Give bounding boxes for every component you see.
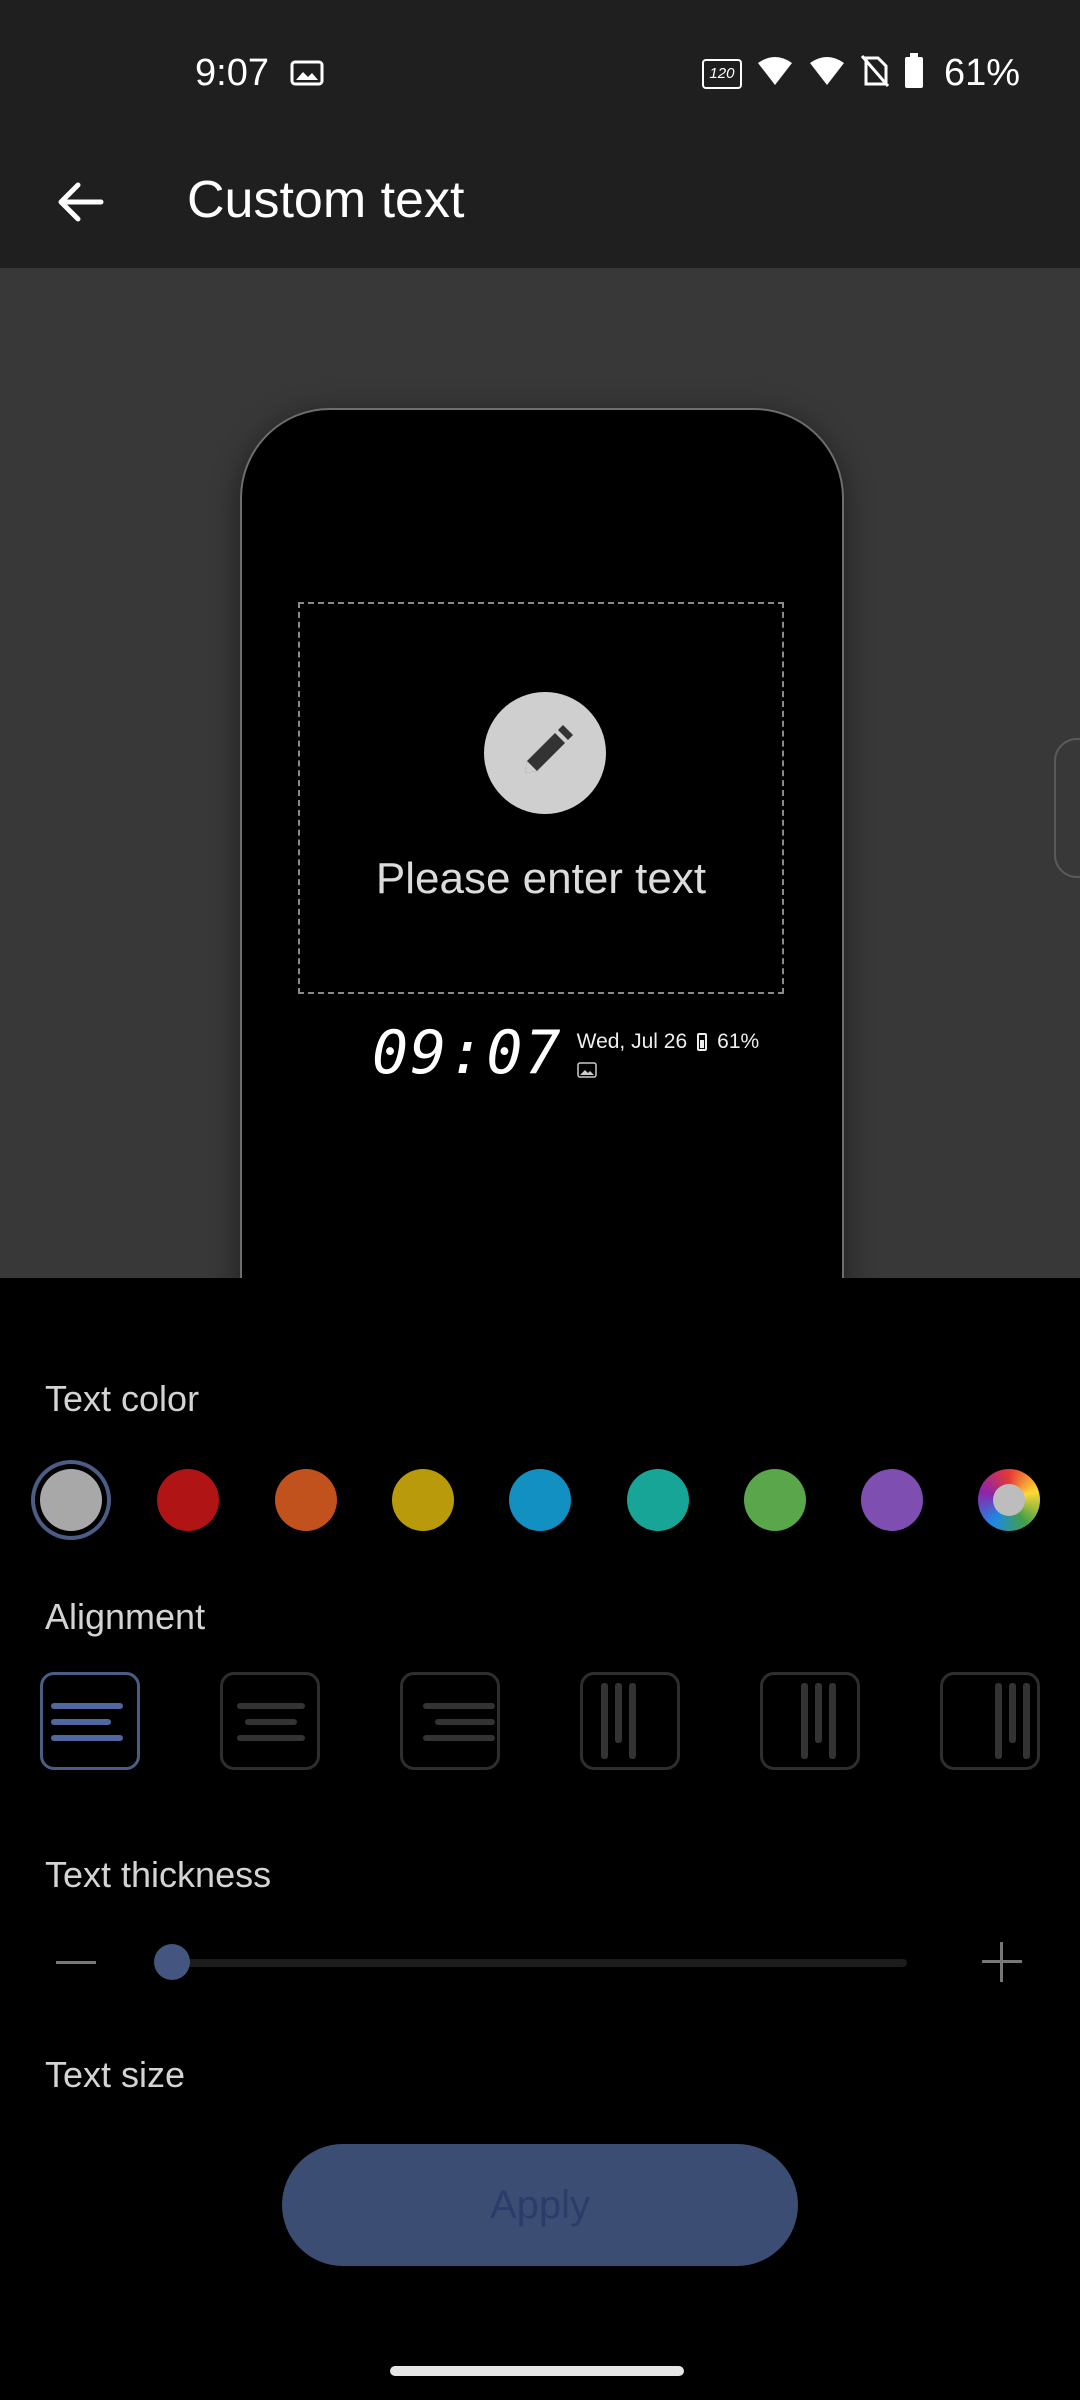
align-right-icon xyxy=(403,1675,497,1767)
placeholder-text: Please enter text xyxy=(375,854,707,903)
preview-area: Please enter text 09:07 Wed, Jul 26 61% xyxy=(0,268,1080,1278)
color-swatch-9[interactable] xyxy=(978,1469,1041,1531)
align-line xyxy=(423,1735,495,1741)
battery-icon xyxy=(697,1033,708,1051)
app-bar: Custom text xyxy=(0,150,1080,268)
wifi-icon xyxy=(808,55,846,92)
thickness-slider-thumb[interactable] xyxy=(154,1944,190,1980)
align-center-icon xyxy=(223,1675,317,1767)
vertical-center-button[interactable] xyxy=(760,1672,860,1770)
text-size-label: Text size xyxy=(45,2054,186,2095)
align-line xyxy=(423,1703,495,1709)
align-line xyxy=(615,1683,622,1743)
vertical-center-icon xyxy=(763,1675,857,1767)
battery-icon xyxy=(904,53,924,94)
wifi-icon xyxy=(756,55,794,92)
gallery-icon xyxy=(576,1062,597,1078)
back-button[interactable] xyxy=(40,162,120,242)
align-line xyxy=(1009,1683,1016,1743)
home-indicator[interactable] xyxy=(390,2366,684,2376)
vertical-left-button[interactable] xyxy=(580,1672,680,1770)
align-line xyxy=(815,1683,822,1743)
pencil-icon xyxy=(525,725,573,773)
align-line xyxy=(435,1719,495,1725)
clock-date: Wed, Jul 26 xyxy=(576,1030,688,1053)
vertical-right-button[interactable] xyxy=(940,1672,1040,1770)
alignment-label: Alignment xyxy=(45,1596,206,1637)
align-line xyxy=(245,1719,297,1725)
vertical-left-icon xyxy=(583,1675,677,1767)
color-swatch-5[interactable] xyxy=(509,1469,572,1531)
color-swatches xyxy=(0,1450,1080,1550)
clock-time: 09:07 xyxy=(372,1018,563,1088)
increase-thickness-button[interactable] xyxy=(982,1942,1022,1982)
settings-sheet: Text color Alignment Text thickness Text… xyxy=(0,1278,1080,2400)
align-left-button[interactable] xyxy=(40,1672,140,1770)
text-color-label: Text color xyxy=(45,1378,200,1419)
color-swatch-7[interactable] xyxy=(743,1469,806,1531)
clock-info: Wed, Jul 26 61% xyxy=(576,1022,760,1083)
phone-preview: Please enter text 09:07 Wed, Jul 26 61% xyxy=(240,408,844,1278)
decrease-thickness-button[interactable] xyxy=(56,1961,96,1964)
apply-button[interactable]: Apply xyxy=(282,2144,798,2266)
arrow-left-icon xyxy=(58,182,104,222)
align-line xyxy=(237,1735,305,1741)
align-line xyxy=(995,1683,1002,1759)
align-line xyxy=(51,1719,111,1725)
color-swatch-8[interactable] xyxy=(861,1469,924,1531)
align-line xyxy=(237,1703,305,1709)
battery-percent: 61% xyxy=(943,52,1020,94)
refresh-rate-icon: 120 xyxy=(701,58,742,89)
edit-text-button[interactable] xyxy=(484,692,606,814)
color-swatch-2[interactable] xyxy=(157,1469,220,1531)
vertical-right-icon xyxy=(943,1675,1037,1767)
align-line xyxy=(1023,1683,1030,1759)
status-icons: 120 61% xyxy=(701,52,1020,95)
clock-widget: 09:07 Wed, Jul 26 61% xyxy=(372,1022,759,1084)
edge-handle[interactable] xyxy=(1054,738,1080,878)
page-title: Custom text xyxy=(187,171,465,229)
gallery-icon xyxy=(290,60,324,91)
color-swatch-1[interactable] xyxy=(40,1469,102,1531)
status-time: 9:07 xyxy=(195,52,269,94)
align-line xyxy=(51,1703,123,1709)
align-left-icon xyxy=(43,1675,137,1767)
color-swatch-6[interactable] xyxy=(626,1469,689,1531)
color-swatch-3[interactable] xyxy=(274,1469,337,1531)
align-center-button[interactable] xyxy=(220,1672,320,1770)
align-line xyxy=(629,1683,636,1759)
align-line xyxy=(801,1683,808,1759)
text-thickness-label: Text thickness xyxy=(45,1854,272,1895)
custom-color-center xyxy=(993,1484,1026,1516)
align-line xyxy=(51,1735,123,1741)
clock-battery: 61% xyxy=(717,1030,760,1053)
thickness-slider-track[interactable] xyxy=(172,1959,907,1967)
no-sim-icon xyxy=(860,54,890,93)
align-right-button[interactable] xyxy=(400,1672,500,1770)
text-input-area[interactable]: Please enter text xyxy=(298,602,784,994)
color-swatch-4[interactable] xyxy=(391,1469,454,1531)
align-line xyxy=(829,1683,836,1759)
align-line xyxy=(601,1683,608,1759)
status-bar: 9:07 120 61% xyxy=(0,0,1080,150)
